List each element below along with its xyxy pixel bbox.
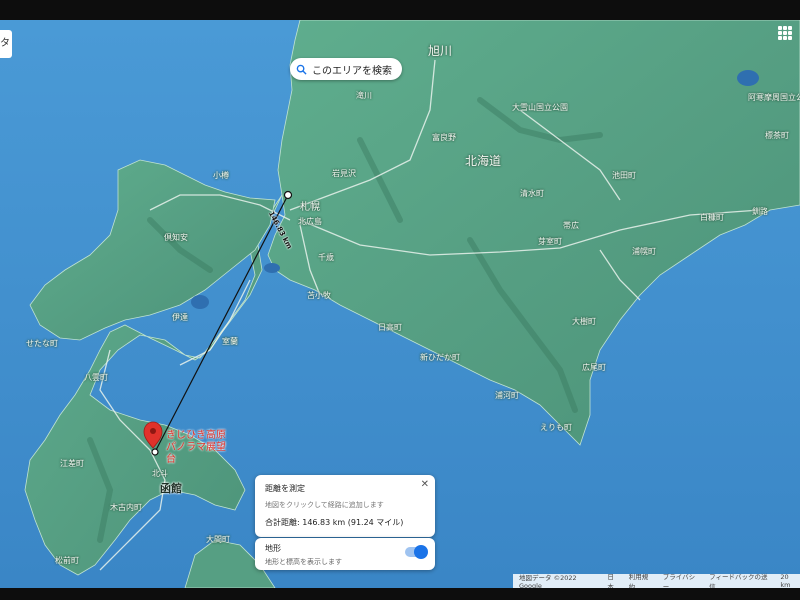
label-akan: 阿寒摩周国立公園 (748, 93, 800, 102)
scale-bar[interactable]: 20 km (780, 573, 800, 588)
label-furano: 富良野 (432, 133, 456, 142)
label-shin-hidaka: 新ひだか町 (420, 353, 460, 362)
pin-label[interactable]: きじひき高原パノラマ展望台 (166, 430, 228, 466)
terrain-title: 地形 (265, 544, 281, 553)
apps-grid-icon[interactable] (778, 26, 792, 40)
label-esashi: 江差町 (60, 459, 84, 468)
toggle-knob (414, 545, 428, 559)
label-chitose: 千歳 (318, 253, 334, 262)
label-urakawa: 浦河町 (495, 391, 519, 400)
route-start-point[interactable] (151, 448, 159, 456)
measure-total-distance: 合計距離: 146.83 km (91.24 マイル) (265, 518, 404, 527)
measure-hint: 地図をクリックして経路に追加します (265, 501, 384, 509)
label-daisetsuzan: 大雪山国立公園 (512, 103, 568, 112)
label-matsumae: 松前町 (55, 556, 79, 565)
label-hidaka: 日高町 (378, 323, 402, 332)
label-ohma: 大間町 (206, 535, 230, 544)
attribution: 地図データ ©2022 Google (519, 574, 577, 588)
label-shimizu: 清水町 (520, 189, 544, 198)
label-urahoro: 浦幌町 (632, 247, 656, 256)
label-shiranuka: 白糠町 (700, 213, 724, 222)
close-icon[interactable]: ✕ (421, 479, 429, 490)
search-this-area-button[interactable]: このエリアを検索 (290, 58, 402, 80)
lake-toya (191, 295, 209, 309)
feedback-link[interactable]: フィードバックの送信 (709, 571, 771, 588)
label-muroran: 室蘭 (222, 337, 238, 346)
privacy-link[interactable]: プライバシー (663, 571, 700, 588)
scale-label: 20 km (780, 573, 791, 588)
lake-akan (737, 70, 759, 86)
label-niseko: 倶知安 (164, 233, 188, 242)
label-hakodate: 函館 (160, 482, 182, 495)
label-hokuto: 北斗 (152, 469, 168, 478)
side-panel-tab[interactable]: タ (0, 30, 12, 58)
side-panel-tab-label: タ (0, 38, 10, 49)
label-takikawa: 滝川 (356, 91, 372, 100)
map-viewport[interactable]: 146.83 km 旭川 滝川 岩見沢 札幌 小樽 北広島 千歳 苫小牧 北海道… (0, 20, 800, 588)
label-asahikawa: 旭川 (428, 44, 453, 58)
route-end-point[interactable] (283, 190, 293, 200)
label-date: 伊達 (172, 313, 188, 322)
label-kikonai: 木古内町 (110, 503, 142, 512)
label-obihiro: 帯広 (563, 221, 579, 230)
terms-link[interactable]: 利用規約 (629, 571, 654, 588)
terrain-layer-panel: 地形 地形と標高を表示します (255, 538, 435, 570)
label-yakumo: 八雲町 (84, 373, 108, 382)
measure-distance-panel: 距離を測定 地図をクリックして経路に追加します 合計距離: 146.83 km … (255, 475, 435, 537)
terrain-toggle[interactable] (405, 545, 428, 559)
terrain-description: 地形と標高を表示します (265, 558, 342, 566)
measure-title: 距離を測定 (265, 484, 305, 493)
region-link[interactable]: 日本 (607, 571, 619, 588)
label-kitahiroshima: 北広島 (298, 217, 322, 226)
label-memuro: 芽室町 (538, 237, 562, 246)
search-this-area-label: このエリアを検索 (312, 65, 392, 77)
label-tomakomai: 苫小牧 (307, 291, 331, 300)
label-ikeda: 池田町 (612, 171, 636, 180)
map-footer: 地図データ ©2022 Google 日本 利用規約 プライバシー フィードバッ… (513, 571, 800, 588)
label-iwamizawa: 岩見沢 (332, 169, 356, 178)
label-sapporo: 札幌 (300, 202, 320, 213)
label-hiroo: 広尾町 (582, 363, 606, 372)
lake-shikotsu (264, 263, 280, 273)
label-shibecha: 標茶町 (765, 131, 789, 140)
label-taiki: 大樹町 (572, 317, 596, 326)
label-hokkaido: 北海道 (465, 154, 502, 168)
search-icon (296, 64, 307, 75)
label-otaru: 小樽 (213, 171, 229, 180)
label-setana: せたな町 (26, 339, 58, 348)
label-kushiro: 釧路 (752, 207, 768, 216)
label-erimo: えりも町 (540, 423, 572, 432)
